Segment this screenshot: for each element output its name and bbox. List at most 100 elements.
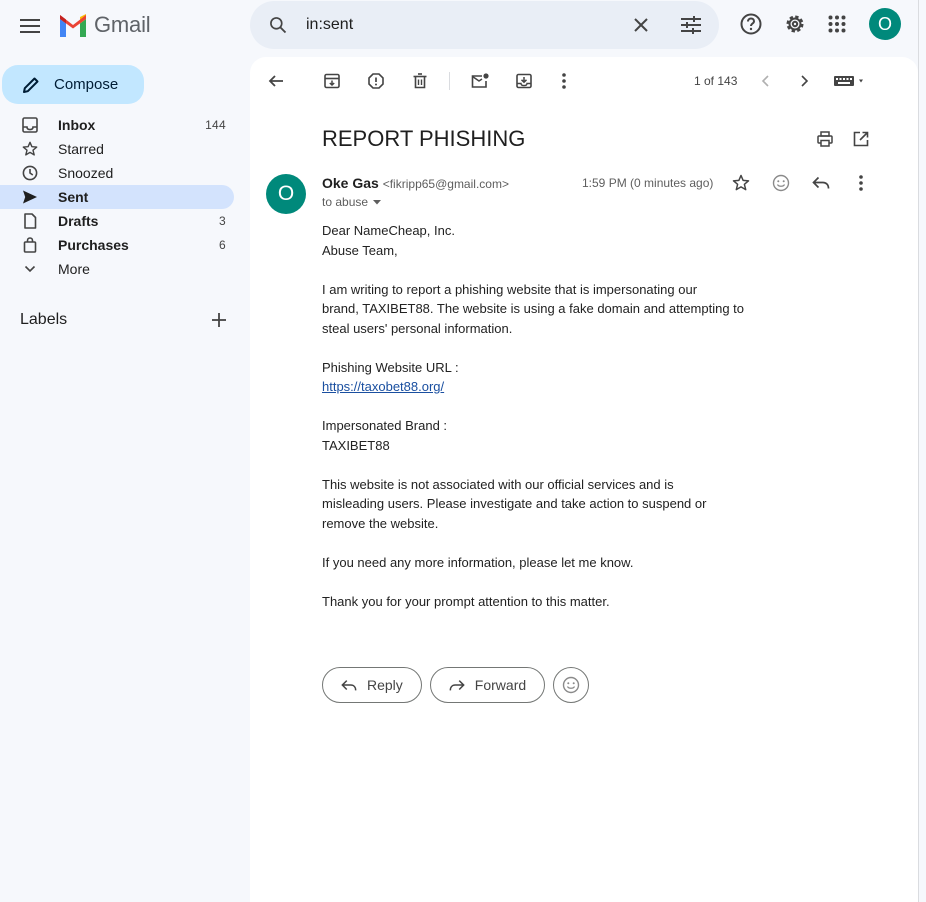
star-outline-icon (732, 174, 750, 191)
bag-icon (23, 237, 37, 253)
reply-icon-button[interactable] (805, 167, 837, 199)
print-button[interactable] (809, 123, 841, 155)
sidebar-item-label: Sent (58, 189, 89, 205)
more-vert-icon (562, 73, 566, 89)
mark-unread-button[interactable] (464, 65, 496, 97)
compose-label: Compose (54, 76, 119, 93)
newer-button[interactable] (749, 65, 781, 97)
apps-grid-icon (828, 15, 846, 33)
reply-icon (341, 679, 357, 690)
older-button[interactable] (789, 65, 821, 97)
draft-icon (24, 213, 37, 229)
trash-icon (413, 73, 427, 89)
reply-label: Reply (367, 677, 403, 693)
help-icon (740, 13, 762, 35)
move-to-icon (516, 73, 532, 89)
sidebar-item-label: Drafts (58, 213, 99, 229)
body-line: Dear NameCheap, Inc. (322, 223, 455, 238)
sidebar-item-purchases[interactable]: Purchases 6 (0, 233, 234, 257)
forward-label: Forward (474, 677, 527, 693)
support-button[interactable] (731, 4, 771, 44)
pencil-icon (23, 77, 39, 93)
delete-button[interactable] (404, 65, 436, 97)
star-icon (22, 141, 38, 156)
report-icon (368, 73, 384, 89)
body-line: Phishing Website URL : (322, 359, 459, 375)
report-spam-button[interactable] (360, 65, 392, 97)
search-options-button[interactable] (663, 16, 719, 34)
body-line: If you need any more information, please… (322, 554, 634, 570)
sidebar-item-more[interactable]: More (0, 257, 234, 281)
clear-search-button[interactable] (619, 17, 663, 33)
more-options-button[interactable] (548, 65, 580, 97)
unread-count: 3 (219, 214, 226, 228)
sidebar-item-drafts[interactable]: Drafts 3 (0, 209, 234, 233)
more-vert-icon (859, 175, 863, 191)
sidebar-item-sent[interactable]: Sent (0, 185, 234, 209)
back-button[interactable] (260, 65, 292, 97)
clock-icon (22, 165, 38, 181)
inbox-icon (22, 117, 38, 133)
body-line: remove the website. (322, 515, 439, 531)
emoji-icon (562, 676, 580, 694)
account-avatar[interactable]: O (869, 8, 901, 40)
input-tools-button[interactable] (830, 65, 870, 97)
search-button[interactable] (250, 15, 306, 35)
email-body: Dear NameCheap, Inc. Abuse Team, I am wr… (322, 221, 762, 611)
chevron-down-icon (24, 265, 36, 273)
body-line: This website is not associated with our … (322, 476, 674, 492)
star-message-button[interactable] (725, 167, 757, 199)
snooze-button[interactable] (508, 65, 540, 97)
body-line: I am writing to report a phishing websit… (322, 281, 698, 297)
compose-button[interactable]: Compose (2, 65, 144, 104)
body-line: Abuse Team, (322, 242, 398, 258)
reply-icon (812, 176, 830, 189)
sidebar-item-label: More (58, 261, 90, 277)
message-more-button[interactable] (845, 167, 877, 199)
add-reaction-button[interactable] (765, 167, 797, 199)
body-line: Impersonated Brand : (322, 418, 448, 433)
gmail-m-icon (60, 13, 86, 37)
reply-button[interactable]: Reply (322, 667, 422, 703)
main-menu-button[interactable] (10, 6, 50, 46)
sidebar-item-label: Starred (58, 141, 104, 157)
sidebar-item-starred[interactable]: Starred (0, 137, 234, 161)
archive-button[interactable] (316, 65, 348, 97)
emoji-reaction-button[interactable] (553, 667, 590, 703)
close-icon (634, 18, 648, 32)
scrollbar[interactable] (918, 0, 926, 902)
apps-button[interactable] (817, 4, 857, 44)
emoji-icon (772, 174, 790, 192)
sender-name[interactable]: Oke Gas (322, 175, 379, 191)
open-in-new-icon (853, 131, 869, 147)
forward-button[interactable]: Forward (429, 667, 546, 703)
app-name: Gmail (94, 12, 151, 37)
body-line: steal users' personal information. (322, 320, 513, 336)
search-input[interactable] (306, 16, 619, 34)
body-line: Thank you for your prompt attention to t… (322, 593, 610, 609)
unread-count: 6 (219, 238, 226, 252)
gmail-logo[interactable]: Gmail (58, 12, 151, 38)
recipient-details[interactable]: to abuse (322, 195, 382, 209)
hamburger-icon (20, 19, 40, 33)
sidebar-item-snoozed[interactable]: Snoozed (0, 161, 234, 185)
forward-icon (449, 679, 465, 690)
sidebar-item-inbox[interactable]: Inbox 144 (0, 113, 234, 137)
create-label-button[interactable] (204, 308, 234, 332)
sender-avatar[interactable]: O (266, 174, 306, 214)
print-icon (817, 131, 833, 147)
email-timestamp: 1:59 PM (0 minutes ago) (582, 176, 714, 190)
open-new-window-button[interactable] (845, 123, 877, 155)
phishing-url-link[interactable]: https://taxobet88.org/ (322, 379, 444, 394)
sidebar-item-label: Purchases (58, 237, 129, 253)
email-subject: REPORT PHISHING (322, 126, 526, 151)
mark-unread-icon (471, 73, 489, 88)
sender-email: <fikripp65@gmail.com> (382, 177, 509, 191)
pagination-count: 1 of 143 (694, 74, 738, 88)
body-line: brand, TAXIBET88. The website is using a… (322, 301, 745, 316)
chevron-left-icon (761, 75, 769, 87)
settings-button[interactable] (775, 4, 815, 44)
recipient-label: to abuse (322, 195, 369, 209)
sidebar-item-label: Snoozed (58, 165, 114, 181)
gear-icon (786, 15, 804, 33)
